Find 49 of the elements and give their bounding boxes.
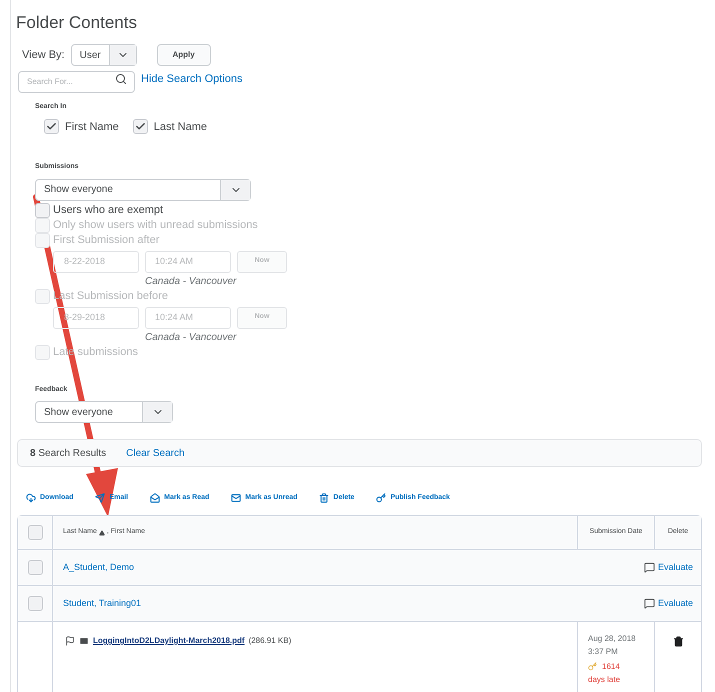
timezone-label: Canada - Vancouver: [145, 330, 236, 344]
student-name-link[interactable]: A_Student, Demo: [63, 560, 134, 574]
key-icon: [376, 493, 386, 503]
filter-label: Users who are exempt: [53, 202, 164, 218]
checkbox[interactable]: [28, 596, 42, 611]
file-size: (286.91 KB): [248, 636, 292, 646]
checkbox[interactable]: [28, 525, 42, 540]
checkbox-label: First Name: [65, 120, 119, 134]
apply-button[interactable]: Apply: [156, 44, 211, 66]
filter-label: First Submission after: [53, 232, 160, 248]
evaluate-link[interactable]: Evaluate: [644, 560, 693, 574]
check-icon: [46, 121, 57, 132]
key-icon: [588, 662, 597, 671]
evaluate-link[interactable]: Evaluate: [644, 596, 693, 610]
speech-bubble-icon: [644, 562, 655, 573]
search-icon: [115, 73, 127, 85]
open-envelope-icon: [150, 493, 160, 503]
file-link[interactable]: LoggingIntoD2LDaylight-March2018.pdf: [93, 636, 245, 645]
checkbox[interactable]: [35, 202, 50, 218]
paper-plane-icon: [95, 493, 106, 503]
view-by-label: View By:: [22, 48, 65, 63]
checkbox[interactable]: [44, 119, 59, 134]
trash-icon: [319, 493, 330, 503]
page-title: Folder Contents: [16, 12, 137, 34]
checkbox[interactable]: [132, 119, 148, 134]
view-by-select[interactable]: User: [70, 44, 137, 66]
filter-label: Only show users with unread submissions: [53, 218, 258, 233]
sort-ascending-icon: [98, 530, 105, 536]
trash-icon[interactable]: [672, 636, 684, 647]
late-label: days late: [588, 674, 620, 686]
feedback-select[interactable]: Show everyone: [35, 401, 173, 423]
hide-search-options-link[interactable]: Hide Search Options: [141, 70, 242, 88]
student-name-link[interactable]: Student, Training01: [63, 596, 142, 610]
search-field[interactable]: Search For...: [18, 70, 135, 92]
cloud-download-icon: [26, 493, 36, 503]
speech-bubble-icon: [644, 598, 655, 609]
envelope-icon: [79, 636, 89, 646]
checkbox[interactable]: [28, 560, 42, 575]
checkbox-label: Last Name: [154, 120, 207, 134]
timezone-label: Canada - Vancouver: [145, 274, 236, 288]
envelope-icon: [231, 493, 242, 503]
submissions-select[interactable]: Show everyone: [35, 178, 251, 200]
late-count: 1614: [602, 661, 620, 673]
flag-icon: [65, 636, 75, 646]
submission-time: 3:37 PM: [588, 646, 618, 658]
submission-date: Aug 28, 2018: [588, 633, 636, 645]
check-icon: [134, 121, 146, 132]
results-count: 8 Search Results: [30, 446, 106, 460]
clear-search-link[interactable]: Clear Search: [126, 446, 185, 460]
